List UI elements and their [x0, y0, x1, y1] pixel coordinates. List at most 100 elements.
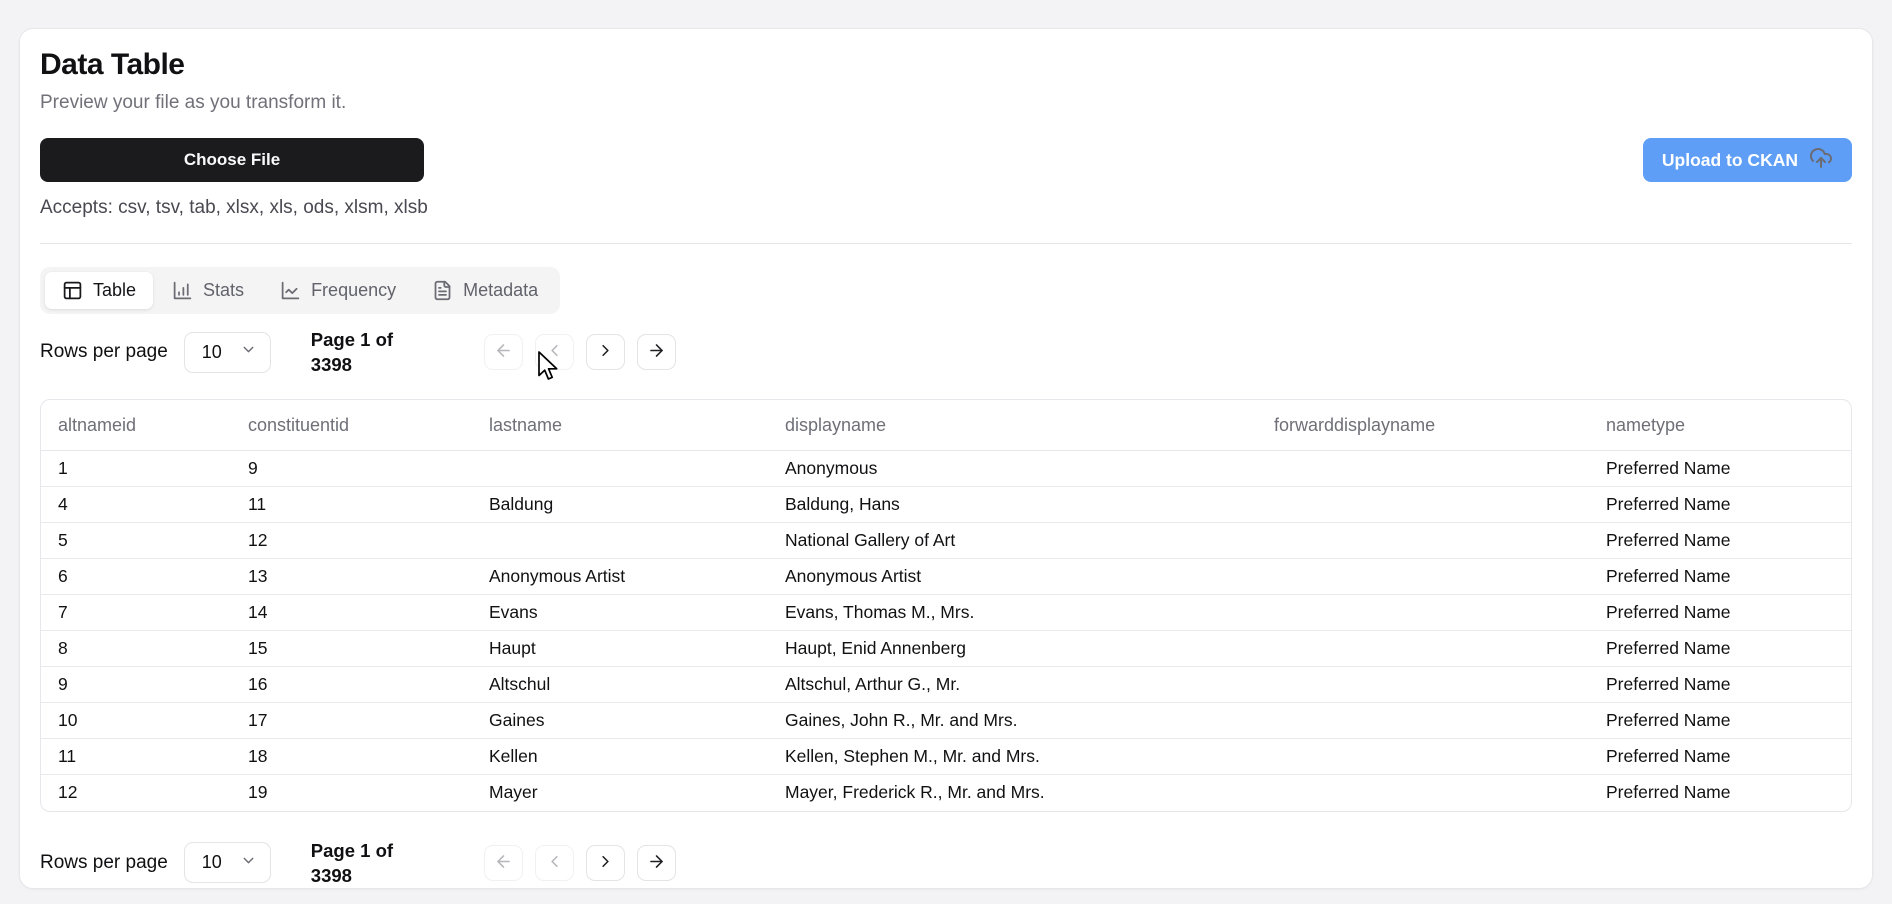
- table-cell: [1257, 630, 1589, 667]
- table-row: 7 14 Evans Evans, Thomas M., Mrs. Preferred …: [41, 594, 1851, 631]
- data-table-container: altnameid constituentid lastname displaynam…: [40, 399, 1852, 812]
- table-cell: 12: [58, 782, 78, 803]
- table-cell: Gaines, John R., Mr. and Mrs.: [768, 702, 1257, 739]
- tab-stats[interactable]: Stats: [155, 272, 261, 309]
- table-cell: Anonymous Artist: [472, 558, 768, 595]
- table-cell: Preferred Name: [1589, 522, 1851, 559]
- table-cell: 13: [231, 558, 472, 595]
- table-icon: [62, 280, 83, 301]
- previous-page-button[interactable]: [534, 844, 574, 881]
- arrow-left-icon: [494, 852, 513, 874]
- rows-per-page-value: 10: [201, 341, 222, 362]
- table-row: 11 18 Kellen Kellen, Stephen M., Mr. and Mr…: [41, 738, 1851, 775]
- table-cell: 4: [41, 486, 231, 523]
- chevron-down-icon: [240, 341, 257, 363]
- table-cell: Altschul: [472, 666, 768, 703]
- table-row: 5 12 National Gallery of Art Preferred Name: [41, 522, 1851, 559]
- table-cell: Anonymous: [768, 450, 1257, 487]
- table-body: 1 9 Anonymous Preferred Name 4 11 Baldung Baldu…: [41, 450, 1851, 811]
- table-cell: Preferred Name: [1589, 486, 1851, 523]
- table-cell: 9: [231, 450, 472, 487]
- last-page-button[interactable]: [636, 844, 676, 881]
- table-cell: Preferred Name: [1606, 782, 1731, 803]
- pagination-buttons: [483, 844, 676, 881]
- page-info: Page 1 of 3398: [311, 838, 397, 888]
- tab-metadata-label: Metadata: [463, 280, 539, 300]
- view-tabs: Table Stats Frequency Metadata: [40, 267, 561, 314]
- rows-per-page-select[interactable]: 10: [183, 331, 271, 373]
- table-cell: 7: [41, 594, 231, 631]
- next-page-button[interactable]: [585, 844, 625, 881]
- column-header-forwarddisplayname: forwarddisplayname: [1257, 400, 1589, 451]
- arrow-right-icon: [647, 341, 666, 363]
- table-row: 10 17 Gaines Gaines, John R., Mr. and Mrs. P…: [41, 702, 1851, 739]
- table-cell: [1257, 594, 1589, 631]
- upload-to-ckan-label: Upload to CKAN: [1661, 149, 1798, 170]
- next-page-button[interactable]: [585, 334, 625, 370]
- chevron-down-icon: [240, 852, 257, 874]
- table-cell: 10: [41, 702, 231, 739]
- table-cell: 17: [231, 702, 472, 739]
- table-cell: Baldung: [472, 486, 768, 523]
- first-page-button[interactable]: [483, 334, 523, 370]
- table-cell: [472, 522, 768, 559]
- table-cell: [1257, 522, 1589, 559]
- table-cell: Altschul, Arthur G., Mr.: [768, 666, 1257, 703]
- table-cell: Preferred Name: [1589, 738, 1851, 775]
- arrow-left-icon: [494, 341, 513, 363]
- last-page-button[interactable]: [636, 334, 676, 370]
- table-cell: Anonymous Artist: [768, 558, 1257, 595]
- table-cell: 12: [231, 522, 472, 559]
- table-cell: Preferred Name: [1589, 666, 1851, 703]
- table-cell: [472, 450, 768, 487]
- table-cell: 5: [41, 522, 231, 559]
- data-table-card: Data Table Preview your file as you tran…: [19, 28, 1873, 889]
- tab-metadata[interactable]: Metadata: [415, 272, 555, 309]
- table-cell: [1257, 558, 1589, 595]
- table-cell: 11: [41, 738, 231, 775]
- column-header-altnameid: altnameid: [41, 400, 231, 451]
- chevron-right-icon: [596, 852, 615, 874]
- rows-per-page-select[interactable]: 10: [183, 842, 271, 883]
- file-input-group: Choose File Accepts: csv, tsv, tab, xlsx…: [40, 138, 428, 219]
- tab-frequency[interactable]: Frequency: [263, 272, 413, 309]
- table-cell: 8: [41, 630, 231, 667]
- page-subtitle: Preview your file as you transform it.: [40, 92, 347, 113]
- table-cell: Haupt, Enid Annenberg: [768, 630, 1257, 667]
- table-cell: Preferred Name: [1589, 558, 1851, 595]
- pagination-bottom: Rows per page 10 Page 1 of 3398: [40, 838, 1852, 888]
- table-cell: [1257, 666, 1589, 703]
- bar-chart-icon: [172, 280, 193, 301]
- table-cell: 9: [41, 666, 231, 703]
- first-page-button[interactable]: [483, 844, 523, 881]
- upload-to-ckan-button[interactable]: Upload to CKAN: [1642, 138, 1852, 182]
- table-cell: Gaines: [472, 702, 768, 739]
- page-info-line2: 3398: [310, 864, 352, 886]
- chevron-left-icon: [545, 341, 564, 363]
- table-cell: Kellen, Stephen M., Mr. and Mrs.: [768, 738, 1257, 775]
- tab-table[interactable]: Table: [45, 272, 154, 309]
- choose-file-button[interactable]: Choose File: [40, 138, 424, 182]
- pagination-buttons: [483, 334, 676, 370]
- table-cell: Evans, Thomas M., Mrs.: [768, 594, 1257, 631]
- table-cell: Preferred Name: [1589, 450, 1851, 487]
- cloud-upload-icon: [1809, 146, 1833, 175]
- table-cell: Preferred Name: [1589, 594, 1851, 631]
- page-info-line1: Page 1 of: [310, 329, 394, 350]
- column-header-displayname: displayname: [768, 400, 1257, 451]
- table-cell: [1257, 702, 1589, 739]
- file-text-icon: [432, 280, 453, 301]
- page-title: Data Table: [40, 48, 185, 81]
- table-row: 1 9 Anonymous Preferred Name: [41, 450, 1851, 487]
- table-cell: [1257, 450, 1589, 487]
- upload-row: Choose File Accepts: csv, tsv, tab, xlsx…: [40, 138, 1852, 219]
- table-cell: [1257, 738, 1589, 775]
- table-cell: 18: [231, 738, 472, 775]
- previous-page-button[interactable]: [534, 334, 574, 370]
- page-info-line1: Page 1 of: [310, 839, 394, 861]
- line-chart-icon: [280, 280, 301, 301]
- table-cell: [1257, 486, 1589, 523]
- table-cell: 11: [231, 486, 472, 523]
- table-cell: Baldung, Hans: [768, 486, 1257, 523]
- table-cell: Haupt: [472, 630, 768, 667]
